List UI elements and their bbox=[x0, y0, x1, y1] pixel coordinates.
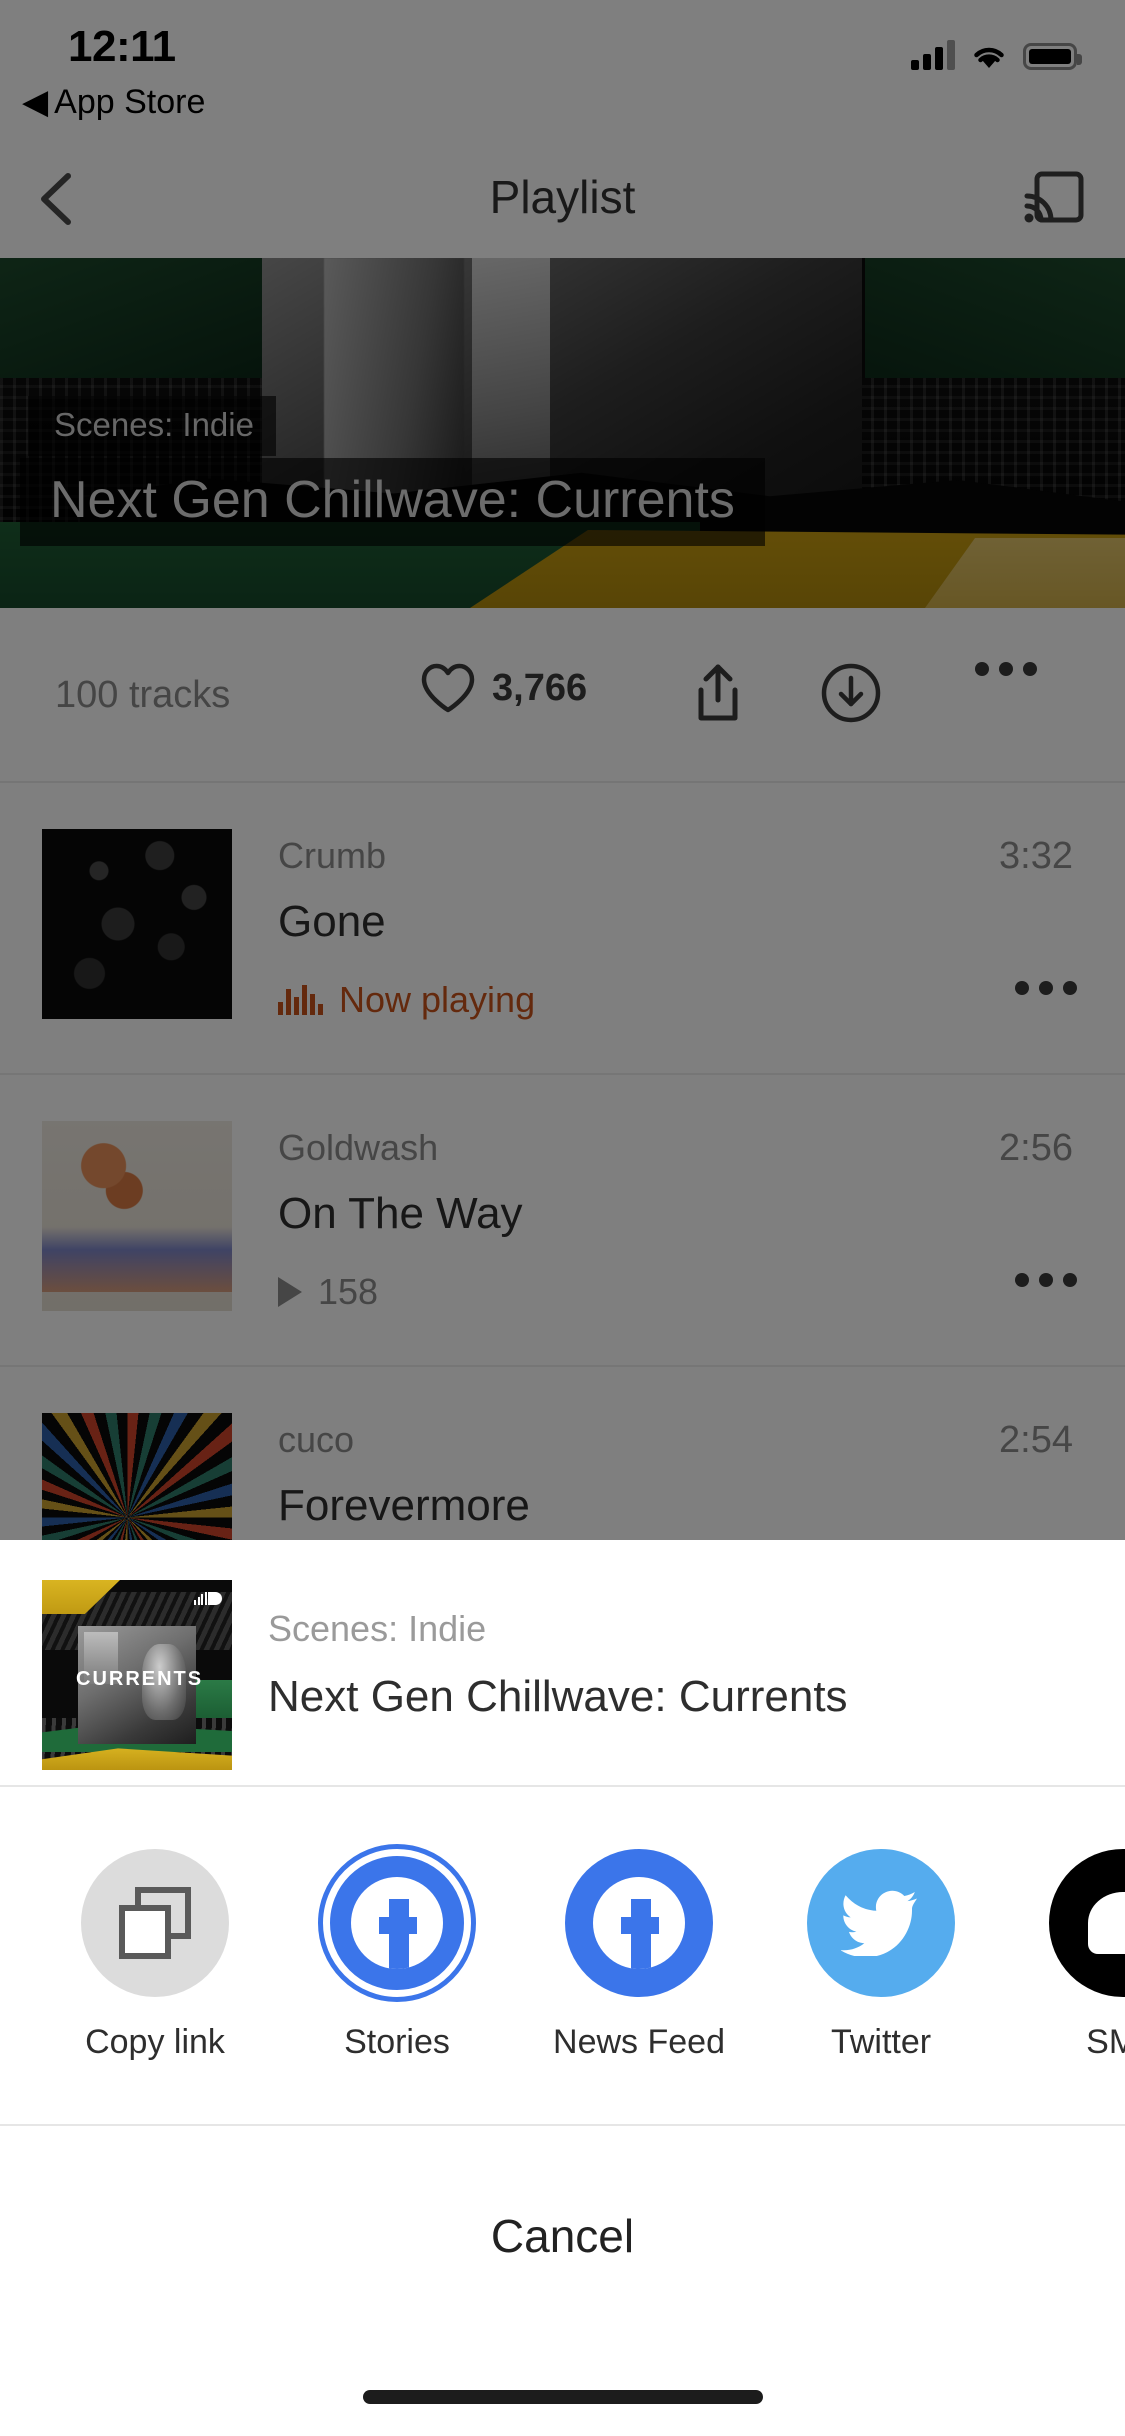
download-icon bbox=[821, 663, 881, 723]
share-option-stories[interactable]: Stories bbox=[276, 1844, 518, 2062]
cast-button[interactable] bbox=[1023, 168, 1085, 230]
track-title: Forevermore bbox=[278, 1481, 530, 1530]
status-icons bbox=[911, 40, 1082, 70]
battery-icon bbox=[1023, 43, 1082, 70]
track-more-button[interactable] bbox=[1015, 1273, 1077, 1287]
play-count-label: 158 bbox=[318, 1271, 379, 1312]
cancel-button[interactable]: Cancel bbox=[0, 2126, 1125, 2346]
share-options-row[interactable]: Copy link Stories News Feed Twitter SM bbox=[0, 1787, 1125, 2124]
cellular-signal-icon bbox=[911, 40, 955, 70]
share-icon bbox=[698, 664, 738, 721]
copy-link-icon bbox=[81, 1849, 229, 1997]
facebook-stories-icon bbox=[318, 1844, 476, 2002]
share-option-copy-link[interactable]: Copy link bbox=[34, 1849, 276, 2062]
share-playlist-title: Next Gen Chillwave: Currents bbox=[268, 1672, 848, 1721]
nav-bar: Playlist bbox=[0, 140, 1125, 258]
playlist-more-button[interactable] bbox=[975, 662, 1037, 676]
hero-playlist-title: Next Gen Chillwave: Currents bbox=[20, 458, 765, 546]
more-horizontal-icon bbox=[975, 662, 1037, 676]
screen: 12:11 ◀ App Store Playlist Scenes: Indie… bbox=[0, 0, 1125, 2436]
share-option-label: Twitter bbox=[830, 2023, 932, 2061]
track-duration: 2:56 bbox=[999, 1127, 1073, 1169]
table-row[interactable]: Crumb Gone Now playing 3:32 bbox=[0, 783, 1125, 1075]
track-artist: Crumb bbox=[278, 835, 387, 876]
share-option-label: Stories bbox=[344, 2023, 450, 2061]
track-count-label: 100 tracks bbox=[55, 674, 231, 716]
page-title: Playlist bbox=[489, 171, 636, 223]
share-option-twitter[interactable]: Twitter bbox=[760, 1849, 1002, 2062]
equalizer-icon bbox=[278, 985, 323, 1015]
share-series-label: Scenes: Indie bbox=[268, 1608, 487, 1649]
cancel-label: Cancel bbox=[490, 2210, 635, 2262]
more-horizontal-icon bbox=[1015, 981, 1077, 995]
track-artwork bbox=[42, 1121, 232, 1311]
back-to-app-store[interactable]: ◀ App Store bbox=[22, 82, 205, 122]
download-button[interactable] bbox=[820, 662, 882, 724]
sms-icon bbox=[1049, 1849, 1125, 1997]
hero-series-label: Scenes: Indie bbox=[28, 396, 276, 456]
like-count-label: 3,766 bbox=[492, 666, 588, 709]
heart-icon bbox=[421, 663, 475, 713]
share-button[interactable] bbox=[690, 662, 746, 724]
status-clock: 12:11 bbox=[68, 22, 176, 71]
track-list: Crumb Gone Now playing 3:32 Goldwash On … bbox=[0, 783, 1125, 1659]
track-duration: 2:54 bbox=[999, 1419, 1073, 1461]
more-horizontal-icon bbox=[1015, 1273, 1077, 1287]
like-button[interactable]: 3,766 bbox=[420, 662, 587, 714]
table-row[interactable]: Goldwash On The Way 158 2:56 bbox=[0, 1075, 1125, 1367]
share-option-label: News Feed bbox=[553, 2023, 725, 2061]
track-artist: Goldwash bbox=[278, 1127, 439, 1168]
track-more-button[interactable] bbox=[1015, 981, 1077, 995]
facebook-icon bbox=[565, 1849, 713, 1997]
thumbnail-label: CURRENTS bbox=[76, 1668, 204, 1690]
play-count-icon bbox=[278, 1277, 302, 1307]
share-sheet-header: CURRENTS Scenes: Indie Next Gen Chillwav… bbox=[0, 1540, 1125, 1785]
share-option-news-feed[interactable]: News Feed bbox=[518, 1849, 760, 2062]
track-title: Gone bbox=[278, 897, 386, 946]
track-meta: 158 bbox=[278, 1271, 378, 1313]
track-meta: Now playing bbox=[278, 979, 535, 1021]
soundcloud-logo-icon bbox=[194, 1592, 222, 1605]
now-playing-label: Now playing bbox=[339, 979, 536, 1020]
back-caret-icon: ◀ bbox=[22, 83, 49, 121]
share-sheet: CURRENTS Scenes: Indie Next Gen Chillwav… bbox=[0, 1540, 1125, 2436]
back-app-label: App Store bbox=[54, 82, 206, 121]
wifi-icon bbox=[974, 47, 1004, 68]
share-option-label: Copy link bbox=[85, 2023, 225, 2061]
cast-icon bbox=[1024, 171, 1084, 223]
home-indicator bbox=[362, 2390, 763, 2404]
playlist-thumbnail: CURRENTS bbox=[42, 1580, 232, 1770]
playlist-action-bar: 100 tracks 3,766 bbox=[0, 608, 1125, 783]
playlist-hero-banner[interactable]: Scenes: Indie Next Gen Chillwave: Curren… bbox=[0, 258, 1125, 608]
share-option-sms[interactable]: SMS bbox=[1002, 1849, 1125, 2062]
track-artist: cuco bbox=[278, 1419, 355, 1460]
track-duration: 3:32 bbox=[999, 835, 1073, 877]
track-artwork bbox=[42, 829, 232, 1019]
status-bar: 12:11 ◀ App Store bbox=[0, 0, 1125, 140]
twitter-icon bbox=[807, 1849, 955, 1997]
track-title: On The Way bbox=[278, 1189, 523, 1238]
share-option-label: SMS bbox=[1086, 2023, 1125, 2061]
